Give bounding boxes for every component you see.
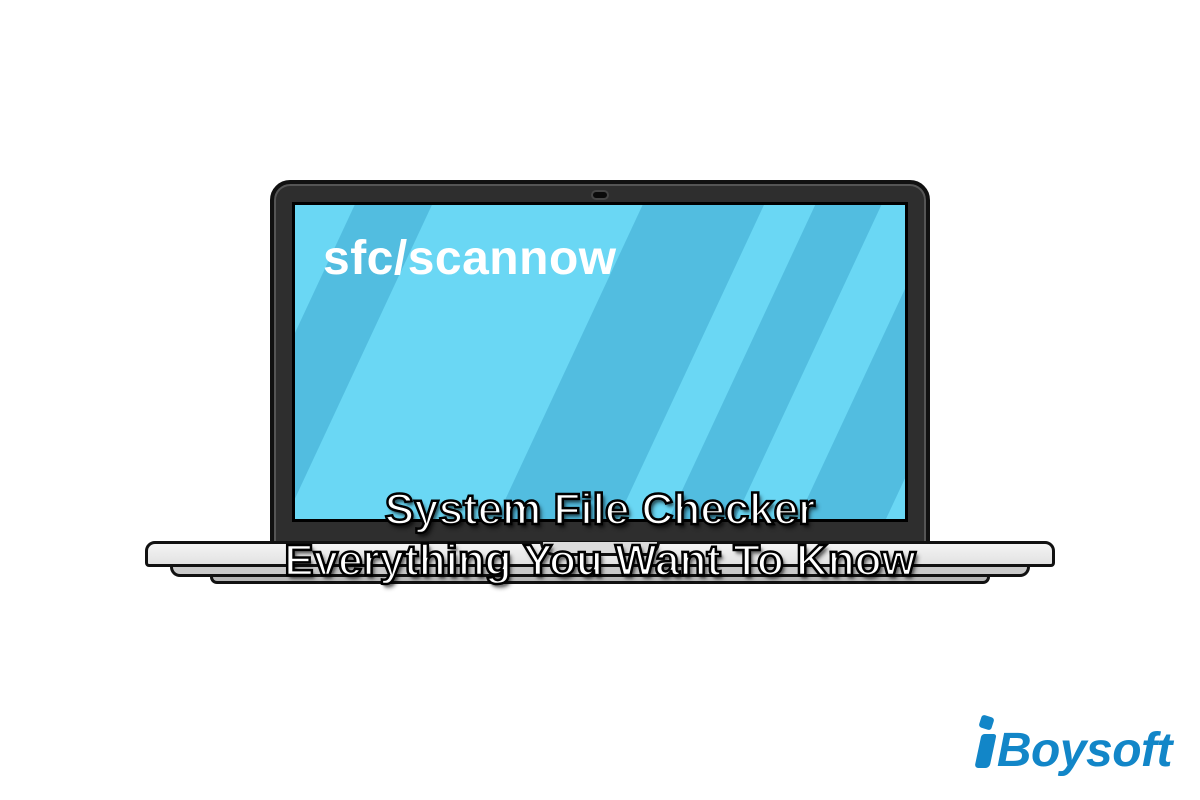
brand-logo: Boysoft: [978, 718, 1172, 778]
title-overlay: System File Checker Everything You Want …: [0, 485, 1200, 586]
title-line-2: Everything You Want To Know: [0, 536, 1200, 587]
brand-name: Boysoft: [997, 723, 1172, 778]
brand-i-icon: [978, 718, 994, 766]
webcam-icon: [591, 190, 609, 200]
command-text: sfc/scannow: [323, 231, 617, 286]
title-line-1: System File Checker: [0, 485, 1200, 536]
laptop-screen: sfc/scannow: [292, 202, 908, 522]
